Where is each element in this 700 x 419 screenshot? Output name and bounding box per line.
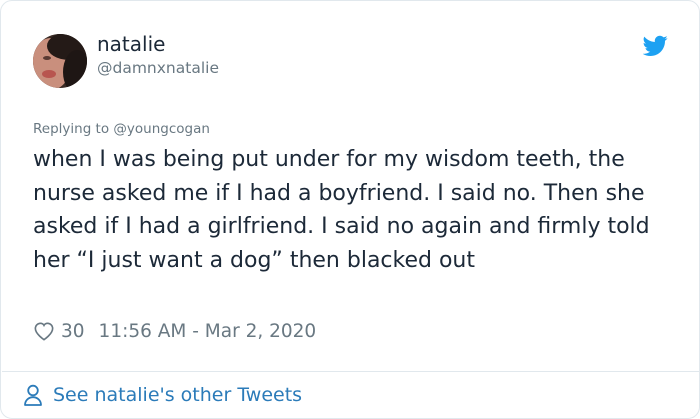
avatar[interactable] xyxy=(33,34,87,88)
tweet-text: when I was being put under for my wisdom… xyxy=(33,147,650,273)
footer-divider xyxy=(2,371,700,372)
person-icon xyxy=(24,384,42,406)
tweet-timestamp[interactable]: 11:56 AM - Mar 2, 2020 xyxy=(99,321,317,342)
user-display-name[interactable]: natalie xyxy=(97,32,165,56)
replying-to[interactable]: Replying to @youngcogan xyxy=(33,121,210,137)
avatar-photo xyxy=(33,34,87,88)
heart-icon[interactable] xyxy=(33,321,55,341)
like-count[interactable]: 30 xyxy=(61,321,85,342)
embedded-tweet-card: natalie @damnxnatalie Replying to @young… xyxy=(0,0,700,419)
see-more-label: See natalie's other Tweets xyxy=(53,384,303,406)
tweet-meta: 30 11:56 AM - Mar 2, 2020 xyxy=(33,318,316,344)
user-handle[interactable]: @damnxnatalie xyxy=(97,59,219,77)
see-more-tweets-link[interactable]: See natalie's other Tweets xyxy=(23,381,302,409)
twitter-bird-icon[interactable] xyxy=(643,35,668,57)
